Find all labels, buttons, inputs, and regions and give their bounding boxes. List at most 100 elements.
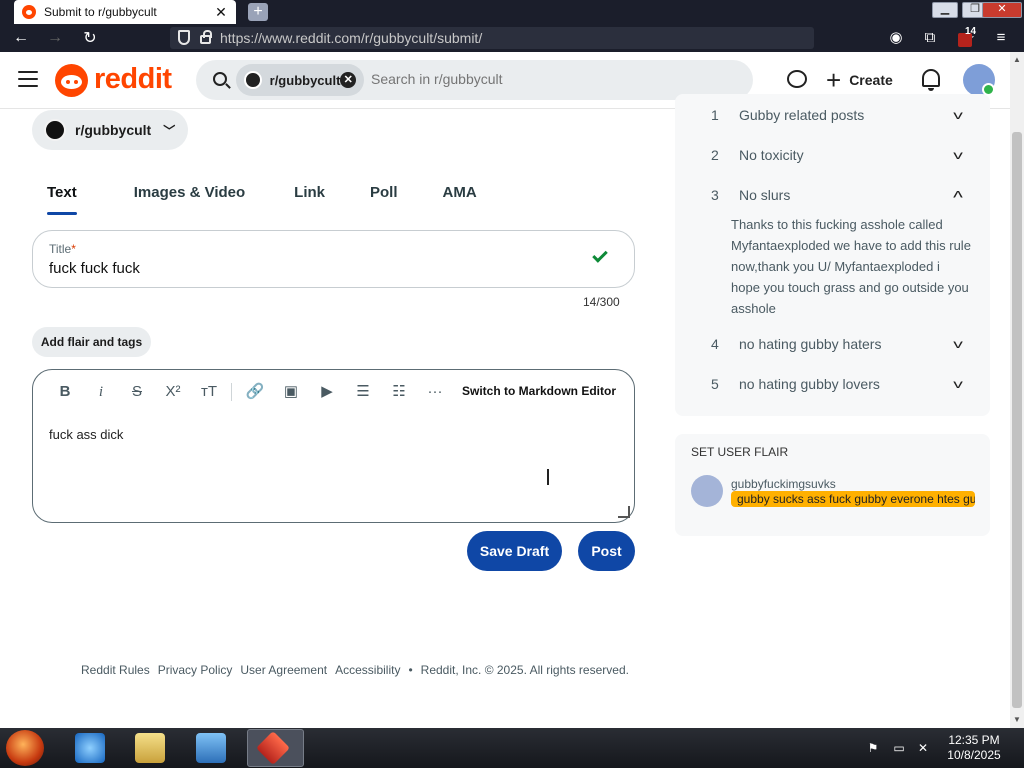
search-icon [213,72,227,86]
scrollbar-thumb[interactable] [1012,132,1022,708]
bold-icon[interactable]: B [47,382,83,402]
tab-images-video[interactable]: Images & Video [126,178,260,215]
chevron-down-icon[interactable]: v [953,377,963,391]
tab-link[interactable]: Link [294,178,340,215]
post-button[interactable]: Post [578,531,635,571]
resize-handle-icon[interactable] [618,506,630,518]
chip-label: r/gubbycult [269,72,341,88]
window-close-button[interactable]: ✕ [982,2,1022,18]
account-icon[interactable]: ◉ [886,28,906,48]
search-input[interactable] [371,71,731,87]
tab-ama[interactable]: AMA [443,178,492,215]
media-player-icon[interactable] [196,733,226,763]
reload-icon[interactable]: ↻ [79,27,101,49]
add-flair-button[interactable]: Add flair and tags [32,327,151,357]
notifications-bell-icon[interactable] [922,69,940,91]
italic-icon[interactable]: i [83,382,119,402]
rule-item[interactable]: 1 Gubby related posts [711,107,864,123]
footer-link-accessibility[interactable]: Accessibility [335,663,400,677]
back-arrow-icon[interactable]: ← [10,27,32,49]
more-options-icon[interactable]: ··· [417,382,453,402]
new-tab-button[interactable]: + [248,3,268,21]
title-label: Title* [49,242,76,256]
heading-icon[interactable]: тT [191,382,227,402]
minimize-button[interactable]: ▁ [932,2,958,18]
chip-remove-icon[interactable]: ✕ [340,72,356,88]
plus-icon: + [826,65,842,95]
forward-arrow-icon[interactable]: → [44,27,66,49]
post-type-tabs: Text Images & Video Link Poll AMA [32,178,526,215]
video-icon[interactable]: ▶ [309,382,345,402]
clock[interactable]: 12:35 PM 10/8/2025 [946,733,1002,763]
chevron-down-icon[interactable]: v [953,148,963,162]
footer-link-agreement[interactable]: User Agreement [240,663,327,677]
tab-text[interactable]: Text [32,178,92,215]
rule-item[interactable]: 2 No toxicity [711,147,804,163]
lock-icon[interactable] [200,30,212,44]
search-community-chip[interactable]: r/gubbycult ✕ [236,64,364,96]
extension-badge: 14 [965,26,977,37]
tab-close-icon[interactable]: ✕ [214,5,228,19]
numbered-list-icon[interactable]: ☷ [381,382,417,402]
scroll-down-arrow-icon[interactable]: ▼ [1011,714,1023,726]
browser-tab-bar: Submit to r/gubbycult ✕ + ▁ ❐ ✕ [0,0,1024,24]
avatar [691,475,723,507]
hamburger-menu-icon[interactable] [18,71,38,87]
title-field[interactable]: Title* fuck fuck fuck [32,230,635,288]
file-explorer-icon[interactable] [135,733,165,763]
reddit-logo-icon[interactable] [55,64,88,97]
rule-description: Thanks to this fucking asshole called My… [731,217,971,316]
editor-toolbar: B i S X² тT 🔗 ▣ ▶ ☰ ☷ ··· [47,382,453,402]
rule-item[interactable]: 3 No slurs [711,187,790,203]
text-cursor-icon [547,469,549,485]
community-rules-panel: 1 Gubby related posts v 2 No toxicity v 3N… [675,94,990,416]
strikethrough-icon[interactable]: S [119,382,155,402]
save-draft-button[interactable]: Save Draft [467,531,562,571]
reddit-wordmark[interactable]: reddit [94,63,172,96]
title-char-count: 14/300 [583,295,620,309]
shield-icon[interactable] [178,30,190,45]
body-text[interactable]: fuck ass dick [49,427,123,442]
flag-icon[interactable]: ⚑ [866,741,880,755]
footer-link-rules[interactable]: Reddit Rules [81,663,150,677]
browser-tab[interactable]: Submit to r/gubbycult ✕ [14,0,236,24]
url-text[interactable]: https://www.reddit.com/r/gubbycult/submi… [220,30,482,46]
user-flair-panel: SET USER FLAIR gubbyfuckimgsuvks gubby s… [675,434,990,536]
internet-explorer-icon[interactable] [75,733,105,763]
image-icon[interactable]: ▣ [273,382,309,402]
superscript-icon[interactable]: X² [155,382,191,402]
volume-muted-icon[interactable]: ✕ [916,741,930,755]
chevron-up-icon[interactable]: v [953,188,963,202]
link-icon[interactable]: 🔗 [237,382,273,402]
bulleted-list-icon[interactable]: ☰ [345,382,381,402]
start-button-icon[interactable] [6,730,44,766]
create-button[interactable]: + Create [826,66,893,94]
footer-link-privacy[interactable]: Privacy Policy [158,663,233,677]
chevron-down-icon[interactable]: v [953,108,963,122]
user-avatar[interactable] [963,64,995,96]
menu-icon[interactable]: ≡ [991,28,1011,48]
community-name: r/gubbycult [75,122,152,138]
footer-bullet: • [408,663,413,677]
create-label: Create [849,72,893,88]
chat-icon[interactable] [787,70,807,88]
tab-poll[interactable]: Poll [370,178,413,215]
flair-tag[interactable]: gubby sucks ass fuck gubby everone htes … [731,491,975,507]
flair-username: gubbyfuckimgsuvks [731,477,836,491]
address-bar[interactable]: https://www.reddit.com/r/gubbycult/submi… [170,27,975,49]
chevron-down-icon[interactable]: v [953,337,963,351]
title-input[interactable]: fuck fuck fuck [49,260,140,277]
browser-nav-bar: ← → ↻ https://www.reddit.com/r/gubbycult… [0,24,1024,52]
rule-item[interactable]: 5 no hating gubby lovers [711,376,880,392]
community-selector[interactable]: r/gubbycult ﹀ [32,110,188,150]
scroll-up-arrow-icon[interactable]: ▲ [1011,54,1023,66]
body-editor[interactable]: B i S X² тT 🔗 ▣ ▶ ☰ ☷ ··· Switch to Mark… [32,369,635,523]
reddit-favicon-icon [22,5,36,19]
rule-item[interactable]: 4 no hating gubby haters [711,336,881,352]
markdown-switch-button[interactable]: Switch to Markdown Editor [462,384,616,398]
clock-date: 10/8/2025 [947,748,1001,762]
extensions-icon[interactable]: ⧉ [920,28,940,48]
search-bar[interactable]: r/gubbycult ✕ [196,60,753,100]
network-icon[interactable]: ▭ [892,741,906,755]
community-avatar [244,71,262,89]
